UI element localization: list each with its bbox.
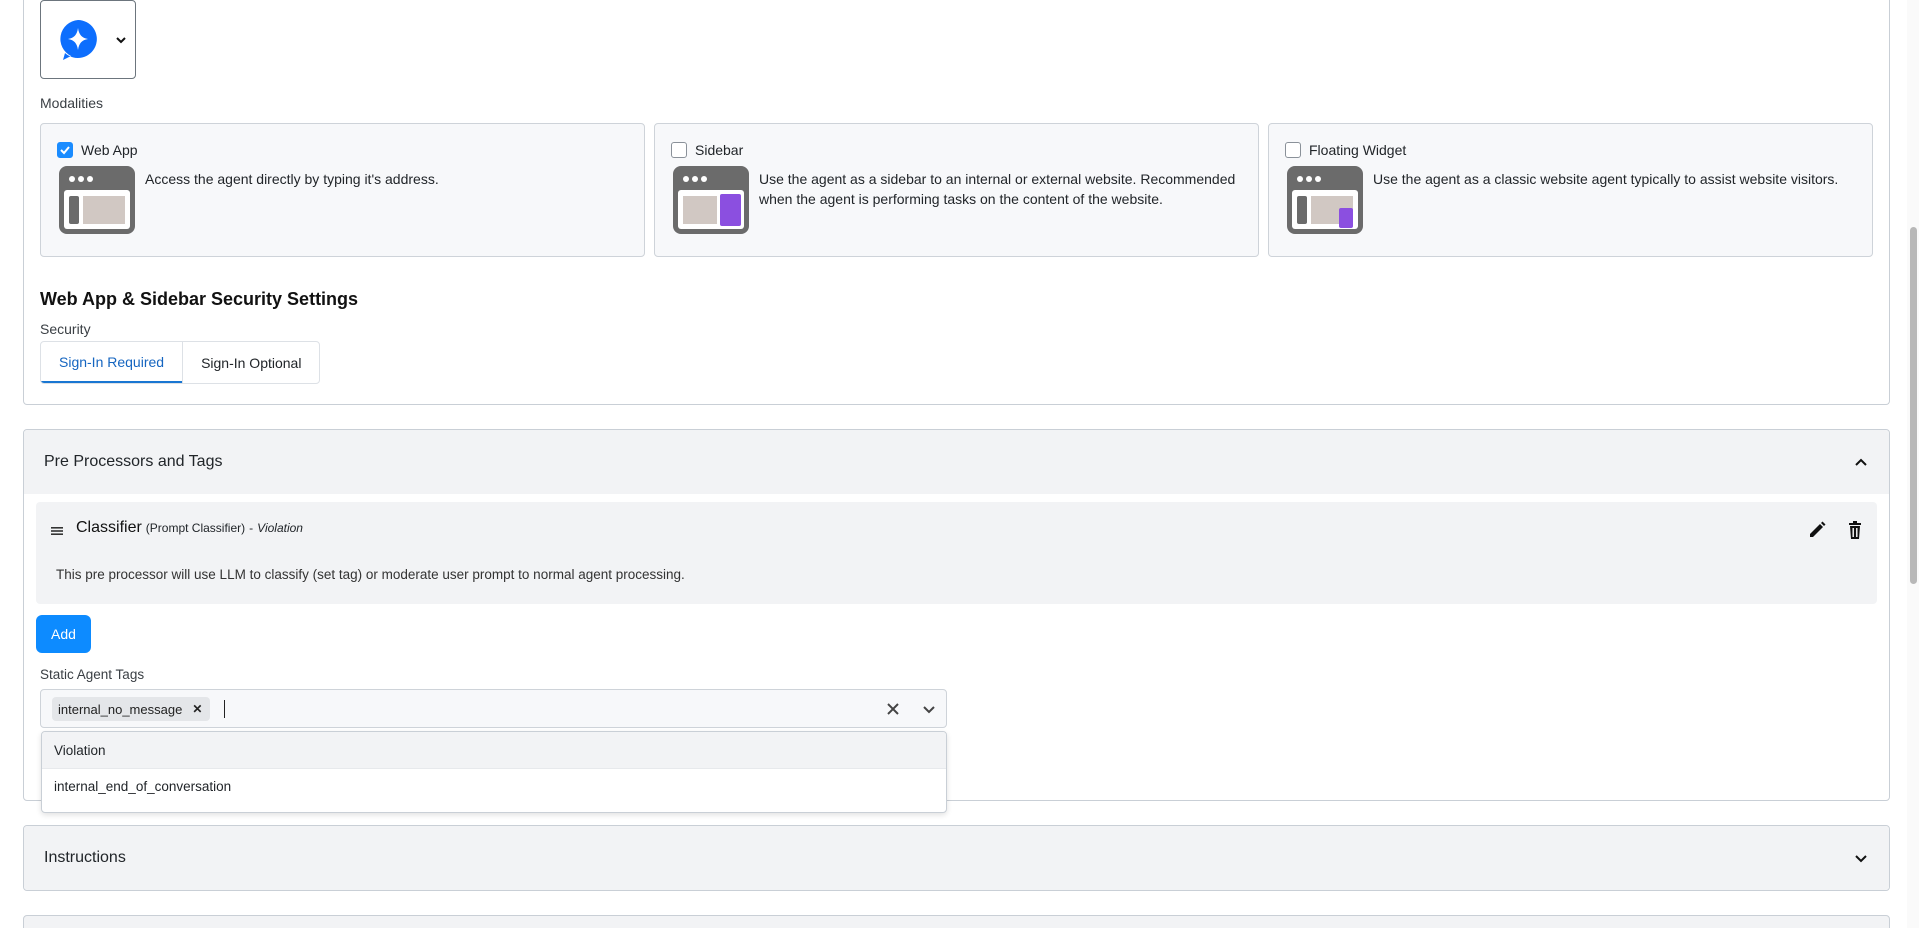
sidebar-illustration [673, 166, 749, 234]
pre-processors-header[interactable]: Pre Processors and Tags [24, 430, 1889, 494]
instructions-title: Instructions [44, 849, 126, 866]
sign-in-required-option[interactable]: Sign-In Required [41, 342, 183, 383]
trash-icon[interactable] [1845, 520, 1865, 540]
web-app-label: Web App [81, 142, 138, 158]
static-agent-tags-label: Static Agent Tags [40, 667, 145, 682]
pre-processor-type: (Prompt Classifier) [145, 521, 246, 535]
tags-dropdown-menu: Violation internal_end_of_conversation [41, 731, 947, 813]
floating-widget-illustration [1287, 166, 1363, 234]
clear-icon[interactable] [886, 702, 900, 716]
web-app-checkbox[interactable] [57, 142, 73, 158]
web-app-description: Access the agent directly by typing it's… [145, 171, 439, 187]
scrollbar-thumb[interactable] [1910, 227, 1917, 584]
chevron-down-icon[interactable] [922, 702, 936, 716]
sidebar-description: Use the agent as a sidebar to an interna… [759, 171, 1236, 207]
security-settings-title: Web App & Sidebar Security Settings [40, 289, 359, 309]
pre-processor-tag: Violation [257, 521, 303, 535]
sidebar-checkbox[interactable] [671, 142, 687, 158]
modality-card-web-app: Web App Access the agent directly by typ… [40, 123, 645, 257]
next-accordion[interactable] [23, 915, 1890, 928]
pencil-icon[interactable] [1807, 520, 1827, 540]
chat-sparkle-icon [60, 19, 97, 60]
dropdown-option[interactable]: internal_end_of_conversation [42, 768, 946, 804]
sidebar-checkbox-row[interactable]: Sidebar [671, 142, 743, 158]
floating-widget-checkbox[interactable] [1285, 142, 1301, 158]
instructions-header[interactable]: Instructions [24, 826, 1889, 890]
web-app-checkbox-row[interactable]: Web App [57, 142, 138, 158]
modality-card-sidebar: Sidebar Use the agent as a sidebar to an… [654, 123, 1259, 257]
security-label: Security [40, 321, 91, 337]
agent-icon-picker[interactable] [40, 0, 136, 79]
modality-card-floating-widget: Floating Widget Use the agent as a class… [1268, 123, 1873, 257]
chevron-down-icon [116, 36, 126, 43]
add-pre-processor-button[interactable]: Add [36, 615, 91, 653]
sidebar-label: Sidebar [695, 142, 744, 158]
remove-tag-icon[interactable]: ✕ [192, 702, 202, 716]
text-cursor [224, 700, 225, 718]
modalities-label: Modalities [40, 95, 104, 111]
tag-chip: internal_no_message ✕ [52, 697, 211, 721]
chevron-down-icon[interactable] [1853, 850, 1869, 866]
sign-in-optional-option[interactable]: Sign-In Optional [182, 342, 319, 383]
drag-handle-icon[interactable] [50, 524, 64, 538]
tag-chip-label: internal_no_message [58, 701, 183, 717]
pre-processor-separator: - [249, 521, 254, 535]
floating-widget-checkbox-row[interactable]: Floating Widget [1285, 142, 1406, 158]
pre-processors-title: Pre Processors and Tags [44, 453, 223, 470]
pre-processor-item: Classifier (Prompt Classifier) - Violati… [36, 502, 1877, 604]
floating-widget-description: Use the agent as a classic website agent… [1373, 171, 1839, 187]
check-icon [60, 146, 70, 155]
pre-processor-description: This pre processor will use LLM to class… [56, 567, 685, 582]
pre-processor-name: Classifier [76, 519, 142, 536]
chevron-up-icon[interactable] [1853, 454, 1869, 470]
security-segmented-control: Sign-In Required Sign-In Optional [40, 341, 321, 384]
pre-processor-heading: Classifier (Prompt Classifier) - Violati… [76, 519, 303, 537]
dropdown-option[interactable]: Violation [42, 732, 946, 768]
web-app-illustration [59, 166, 135, 234]
floating-widget-label: Floating Widget [1309, 142, 1407, 158]
static-agent-tags-select[interactable]: internal_no_message ✕ [40, 689, 947, 728]
instructions-accordion: Instructions [23, 825, 1890, 891]
